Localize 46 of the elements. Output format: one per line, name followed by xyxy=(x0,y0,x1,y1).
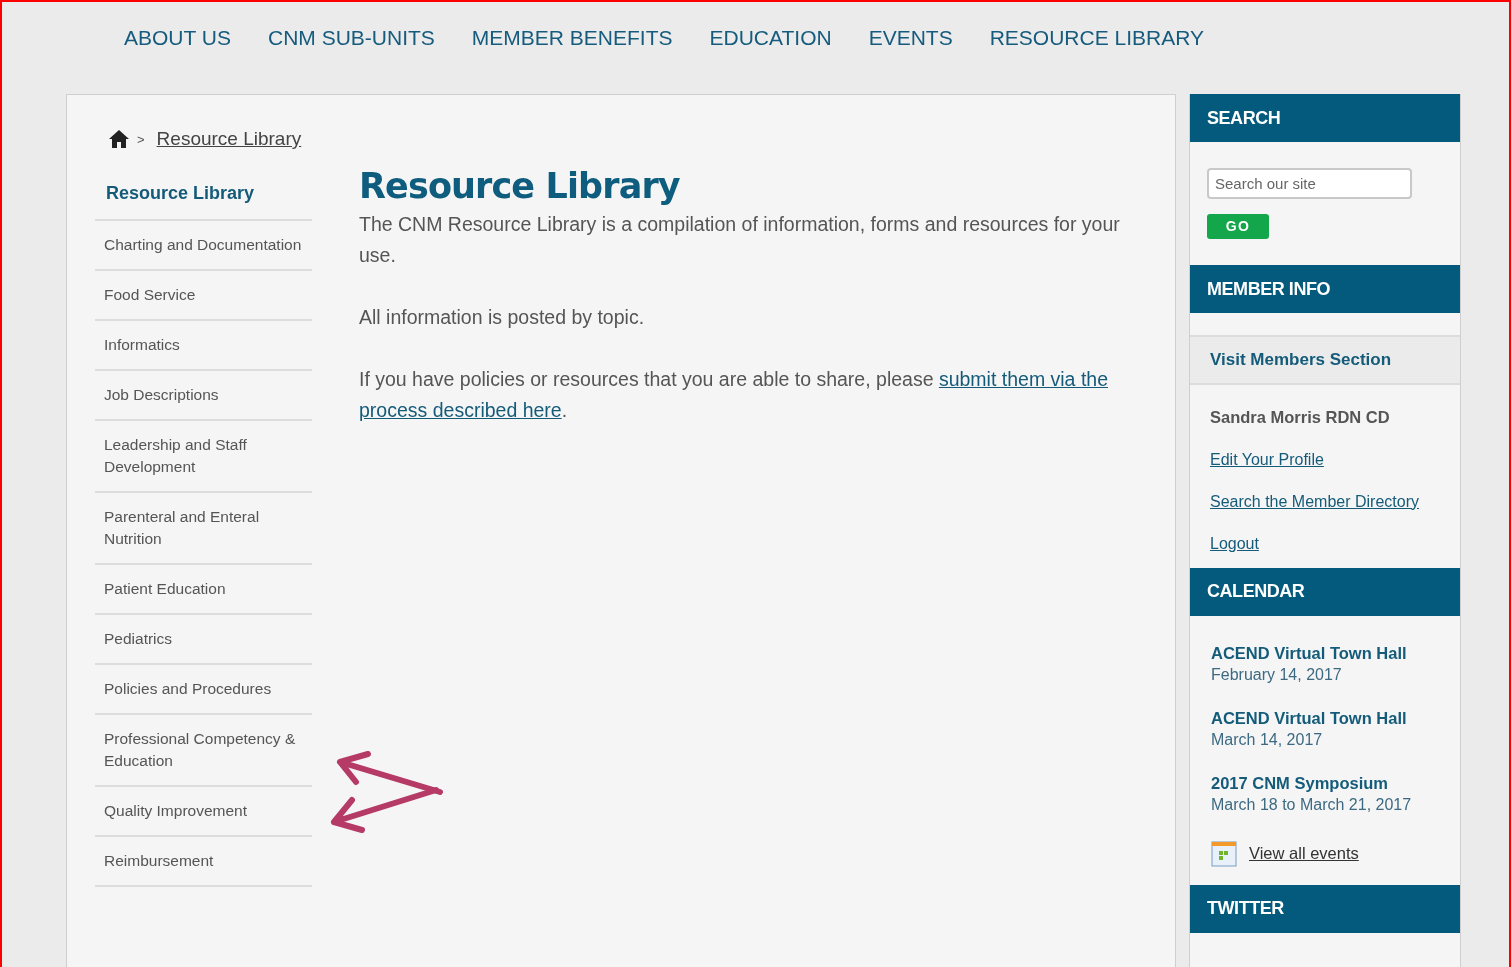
nav-link[interactable]: RESOURCE LIBRARY xyxy=(989,22,1204,50)
side-menu-item[interactable]: Reimbursement xyxy=(104,849,214,872)
nav-link[interactable]: ABOUT US xyxy=(124,22,231,50)
breadcrumb-separator: > xyxy=(137,130,145,149)
nav-link[interactable]: EVENTS xyxy=(868,22,953,50)
event-title[interactable]: ACEND Virtual Town Hall xyxy=(1211,641,1439,664)
nav-link[interactable]: CNM SUB-UNITS xyxy=(267,22,435,50)
side-menu-item[interactable]: Quality Improvement xyxy=(104,799,247,822)
widget-header: MEMBER INFO xyxy=(1190,265,1460,313)
event-date: February 14, 2017 xyxy=(1211,664,1343,685)
event-title[interactable]: 2017 CNM Symposium xyxy=(1211,771,1439,794)
event-title[interactable]: ACEND Virtual Town Hall xyxy=(1211,706,1439,729)
nav-link[interactable]: EDUCATION xyxy=(709,22,832,50)
side-menu-item[interactable]: Charting and Documentation xyxy=(104,233,302,256)
member-link[interactable]: Logout xyxy=(1210,531,1259,556)
calendar-icon xyxy=(1211,840,1237,867)
side-menu-item[interactable]: Patient Education xyxy=(104,577,226,600)
intro-paragraph: The CNM Resource Library is a compilation of information, forms and resources for your use. xyxy=(359,212,1121,268)
side-menu-title: Resource Library xyxy=(106,182,255,203)
submit-link[interactable]: submit them via the xyxy=(938,368,1108,390)
page-title: Resource Library xyxy=(359,165,681,207)
side-menu-item[interactable]: Informatics xyxy=(104,333,180,356)
member-link[interactable]: Edit Your Profile xyxy=(1210,447,1324,472)
event-date: March 14, 2017 xyxy=(1211,729,1324,750)
widget-header: TWITTER xyxy=(1190,884,1460,933)
widget-header: CALENDAR xyxy=(1190,567,1460,616)
side-menu-item[interactable]: Professional Competency & Education xyxy=(104,727,310,772)
breadcrumb-link[interactable]: Resource Library xyxy=(156,125,302,154)
view-all-events-link[interactable]: View all events xyxy=(1249,841,1359,867)
event-date: March 18 to March 21, 2017 xyxy=(1211,794,1413,815)
share-paragraph: If you have policies or resources that you are able to share, please submit them via the process described here. xyxy=(359,367,1109,423)
members-section-bar[interactable]: Visit Members Section xyxy=(1190,335,1460,385)
side-menu-item[interactable]: Leadership and Staff Development xyxy=(104,433,310,478)
side-menu-item[interactable]: Job Descriptions xyxy=(104,383,219,406)
topic-note: All information is posted by topic. xyxy=(359,305,646,330)
nav-link[interactable]: MEMBER BENEFITS xyxy=(471,22,673,50)
side-menu-item[interactable]: Parenteral and Enteral Nutrition xyxy=(104,505,310,550)
side-menu-item[interactable]: Food Service xyxy=(104,283,196,306)
member-link[interactable]: Search the Member Directory xyxy=(1210,489,1419,514)
search-field[interactable]: Search our site xyxy=(1207,168,1412,199)
widget-header: SEARCH xyxy=(1190,94,1460,142)
home-icon[interactable] xyxy=(109,130,129,149)
member-name: Sandra Morris RDN CD xyxy=(1210,407,1391,428)
side-menu-item[interactable]: Pediatrics xyxy=(104,627,173,650)
side-menu-item[interactable]: Policies and Procedures xyxy=(104,677,272,700)
submit-link[interactable]: process described here xyxy=(359,399,562,421)
